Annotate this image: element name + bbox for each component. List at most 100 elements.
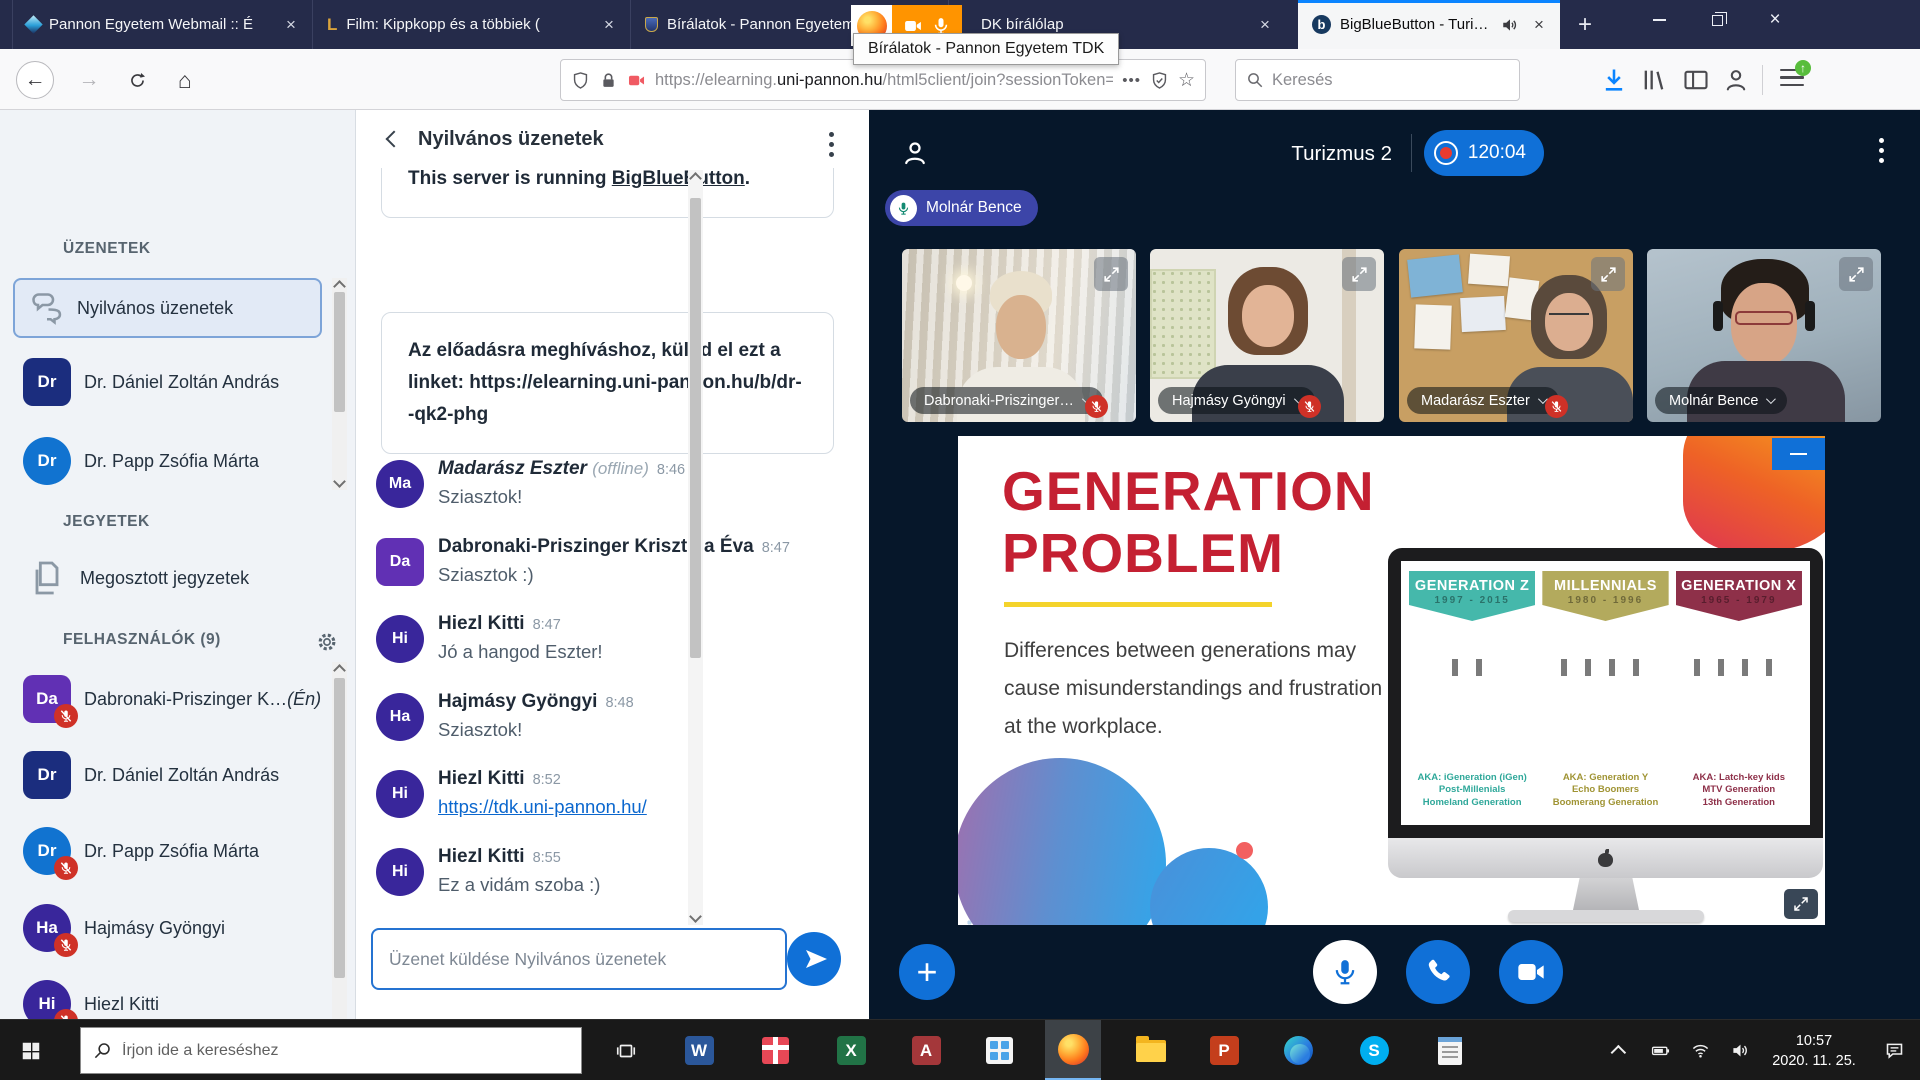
taskbar-app-file-explorer[interactable] [1123, 1020, 1179, 1080]
chat-options-kebab-icon[interactable] [829, 132, 834, 162]
url-bar[interactable]: https://elearning.uni-pannon.hu/html5cli… [560, 59, 1206, 101]
firefox-icon [1058, 1034, 1089, 1065]
access-icon: A [912, 1036, 941, 1065]
send-icon [804, 947, 828, 971]
taskbar-app-firefox-active[interactable] [1045, 1020, 1101, 1080]
page-actions-icon[interactable]: ••• [1122, 72, 1141, 89]
tab-audio-icon[interactable] [1501, 16, 1519, 34]
close-icon[interactable]: × [1254, 14, 1276, 36]
tab-webmail[interactable]: Pannon Egyetem Webmail :: É × [12, 0, 312, 49]
sidebar-toggle-icon[interactable] [1682, 66, 1710, 94]
webcam-tile: Hajmásy Gyöngyi [1150, 249, 1384, 422]
mute-button[interactable] [1313, 940, 1377, 1004]
sidebar-item-private-chat[interactable]: Dr Dr. Papp Zsófia Márta [0, 437, 355, 485]
home-button[interactable]: ⌂ [166, 61, 204, 99]
taskbar-clock[interactable]: 10:57 2020. 11. 25. [1760, 1031, 1868, 1071]
taskbar-app-powerpoint[interactable]: P [1196, 1020, 1252, 1080]
network-icon[interactable] [1680, 1020, 1720, 1080]
battery-icon[interactable] [1640, 1020, 1680, 1080]
hamburger-menu-icon[interactable]: ↑ [1780, 69, 1804, 91]
tab-bigbluebutton-active[interactable]: b BigBlueButton - Turizmus × [1298, 0, 1560, 49]
taskbar-app-notepad[interactable] [1422, 1020, 1478, 1080]
lock-icon[interactable] [599, 71, 618, 90]
fullscreen-icon[interactable] [1839, 257, 1873, 291]
webcam-share-button[interactable] [1499, 940, 1563, 1004]
slide-decoration-circle [958, 758, 1166, 925]
active-talker-indicator[interactable]: Molnár Bence [885, 190, 1038, 226]
taskbar-app-skype[interactable]: S [1346, 1020, 1402, 1080]
account-icon[interactable] [1722, 66, 1750, 94]
users-scrollbar[interactable] [332, 662, 347, 1080]
chat-input[interactable] [371, 928, 787, 990]
chat-message-link[interactable]: https://tdk.uni-pannon.hu/ [438, 796, 816, 818]
taskbar-search-input[interactable] [122, 1042, 569, 1060]
webcam-name-pill[interactable]: Molnár Bence [1655, 387, 1787, 414]
fullscreen-icon[interactable] [1094, 257, 1128, 291]
taskbar-search[interactable] [80, 1027, 582, 1074]
close-icon[interactable]: × [1528, 14, 1550, 36]
chat-message-input[interactable] [389, 949, 769, 970]
chat-scrollbar[interactable] [688, 170, 703, 925]
user-row[interactable]: Da Dabronaki-Priszinger K…(Én) [0, 675, 355, 723]
chevron-left-icon[interactable] [386, 131, 403, 148]
user-row[interactable]: Ha Hajmásy Gyöngyi [0, 904, 355, 952]
window-restore-button[interactable] [1692, 0, 1742, 40]
task-view-button[interactable] [600, 1020, 652, 1080]
webcam-name-pill[interactable]: Dabronaki-Priszinger Kr… [910, 387, 1103, 414]
library-icon[interactable] [1640, 66, 1668, 94]
user-row[interactable]: Dr Dr. Dániel Zoltán András [0, 751, 355, 799]
sidebar-item-shared-notes[interactable]: Megosztott jegyzetek [0, 554, 355, 602]
bigbluebutton-link[interactable]: BigBlueButton [612, 168, 745, 189]
search-input[interactable] [1272, 71, 1509, 90]
close-icon[interactable]: × [280, 14, 302, 36]
volume-icon[interactable] [1720, 1020, 1760, 1080]
send-message-button[interactable] [787, 932, 841, 986]
taskbar-app-excel[interactable]: X [823, 1020, 879, 1080]
downloads-icon[interactable] [1600, 66, 1628, 94]
bookmark-shield-icon[interactable] [1150, 71, 1169, 90]
hidden-icons-chevron[interactable] [1600, 1020, 1640, 1080]
back-button[interactable]: ← [16, 61, 54, 99]
sidebar-item-label: Nyilvános üzenetek [77, 298, 233, 319]
apple-logo [1598, 849, 1613, 867]
close-icon[interactable]: × [598, 14, 620, 36]
taskbar-app-gift[interactable] [747, 1020, 803, 1080]
webmail-favicon [24, 15, 42, 33]
forward-button[interactable]: → [70, 61, 108, 99]
bookmark-star-icon[interactable]: ☆ [1178, 69, 1195, 92]
tracking-protection-shield-icon[interactable] [571, 71, 590, 90]
task-view-icon [615, 1040, 637, 1062]
leave-audio-button[interactable] [1406, 940, 1470, 1004]
messages-scrollbar[interactable] [332, 278, 347, 490]
search-bar[interactable] [1235, 59, 1520, 101]
start-button[interactable] [0, 1020, 62, 1080]
new-tab-button[interactable]: + [1568, 8, 1602, 42]
actions-plus-button[interactable]: + [899, 944, 955, 1000]
tab-film[interactable]: L Film: Kippkopp és a többiek ( × [312, 0, 630, 49]
taskbar-app-edge[interactable] [1270, 1020, 1326, 1080]
recording-indicator[interactable]: 120:04 [1424, 130, 1544, 176]
fullscreen-icon[interactable] [1591, 257, 1625, 291]
webcam-name-pill[interactable]: Madarász Eszter [1407, 387, 1559, 414]
taskbar-app-word[interactable]: W [671, 1020, 727, 1080]
presentation-fullscreen-button[interactable] [1784, 889, 1818, 919]
gear-icon[interactable] [316, 631, 338, 653]
user-row[interactable]: Dr Dr. Papp Zsófia Márta [0, 827, 355, 875]
taskbar-app-access[interactable]: A [898, 1020, 954, 1080]
sidebar-item-public-chat[interactable]: Nyilvános üzenetek [13, 278, 322, 338]
sidebar-item-private-chat[interactable]: Dr Dr. Dániel Zoltán András [0, 358, 355, 406]
minimize-presentation-button[interactable] [1772, 438, 1825, 470]
camera-permission-icon[interactable] [627, 71, 646, 90]
taskbar-app-grid[interactable] [971, 1020, 1027, 1080]
options-kebab-icon[interactable] [1879, 138, 1884, 168]
slide-title: GENERATION PROBLEM [1002, 460, 1375, 584]
webcam-name-pill[interactable]: Hajmásy Gyöngyi [1158, 387, 1315, 414]
reload-button[interactable] [118, 61, 156, 99]
action-center-button[interactable] [1868, 1020, 1920, 1080]
window-minimize-button[interactable] [1634, 0, 1684, 40]
window-close-button[interactable]: × [1750, 0, 1800, 40]
avatar: Da [376, 538, 424, 586]
talker-mic-icon [890, 195, 917, 222]
fullscreen-icon[interactable] [1342, 257, 1376, 291]
url-text[interactable]: https://elearning.uni-pannon.hu/html5cli… [655, 71, 1113, 90]
